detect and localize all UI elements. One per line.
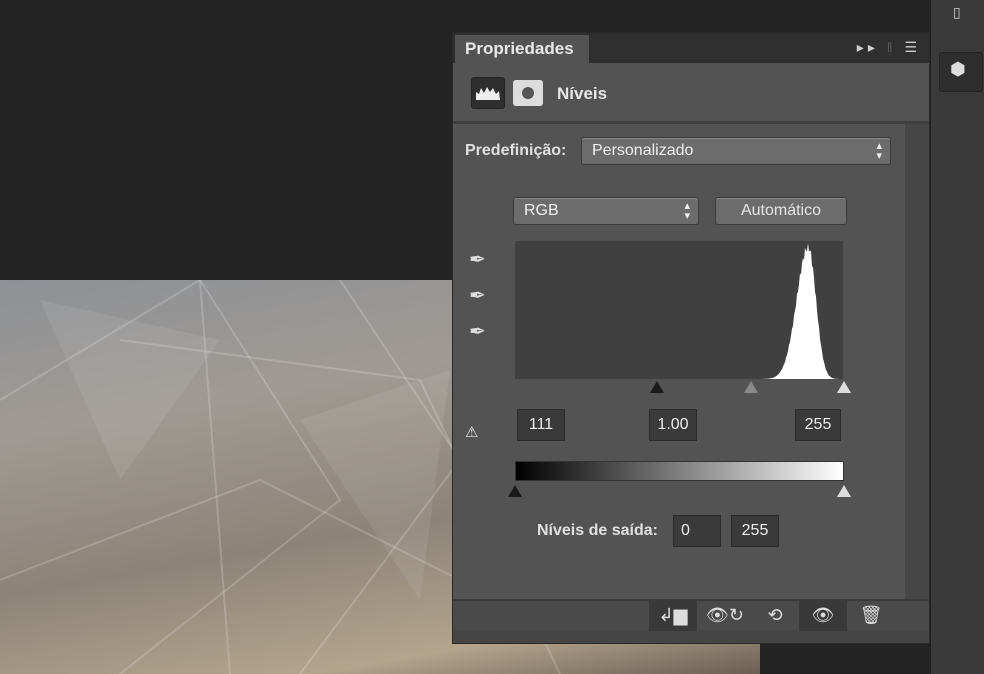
output-white-field[interactable]: 255: [731, 515, 779, 547]
input-white-field[interactable]: 255: [795, 409, 841, 441]
levels-adjustment-icon[interactable]: [471, 77, 505, 109]
channel-value: RGB: [524, 202, 559, 219]
histogram: [515, 241, 843, 379]
auto-button[interactable]: Automático: [715, 197, 847, 225]
properties-panel: Propriedades ▸▸ ‖ ☰ Níveis Predefinição:…: [452, 32, 930, 644]
3d-panel-button[interactable]: ⬢: [939, 52, 983, 92]
resize-grip[interactable]: [453, 631, 929, 643]
input-black-slider[interactable]: [650, 381, 664, 393]
panel-menu-icon[interactable]: ☰: [904, 39, 921, 55]
output-black-field[interactable]: 0: [673, 515, 721, 547]
input-gamma-slider[interactable]: [744, 381, 758, 393]
cube-icon: ⬢: [950, 59, 966, 79]
channel-select[interactable]: RGB ▴ ▾: [513, 197, 699, 225]
view-previous-state-button[interactable]: 👁↻: [699, 601, 751, 631]
reset-button[interactable]: ⟲: [751, 601, 799, 631]
white-eyedropper-icon[interactable]: ✒: [469, 319, 486, 344]
output-levels-label: Níveis de saída:: [537, 522, 658, 539]
output-gradient: [515, 461, 844, 481]
tab-properties[interactable]: Propriedades: [455, 35, 589, 63]
gray-eyedropper-icon[interactable]: ✒: [469, 283, 486, 308]
preset-select[interactable]: Personalizado ▴ ▾: [581, 137, 891, 165]
preset-value: Personalizado: [592, 142, 694, 159]
panel-icon[interactable]: ▯: [953, 4, 961, 21]
clip-to-layer-button[interactable]: ↲▆: [649, 601, 697, 631]
mask-icon[interactable]: [513, 80, 543, 106]
collapse-icon[interactable]: ▸▸: [857, 39, 879, 55]
scrollbar[interactable]: [905, 124, 929, 600]
histogram-shape: [515, 243, 843, 379]
output-white-slider[interactable]: [837, 485, 851, 497]
delete-button[interactable]: 🗑: [847, 601, 895, 631]
input-black-field[interactable]: 111: [517, 409, 565, 441]
preset-label: Predefinição:: [465, 142, 567, 159]
adjustment-title: Níveis: [557, 84, 608, 103]
right-dock: ▯ ⬢: [930, 0, 984, 674]
output-black-slider[interactable]: [508, 485, 522, 497]
black-eyedropper-icon[interactable]: ✒: [469, 247, 486, 272]
toggle-visibility-button[interactable]: 👁: [799, 601, 847, 631]
input-gamma-field[interactable]: 1.00: [649, 409, 697, 441]
clipping-warning-icon[interactable]: ⚠: [465, 423, 478, 441]
input-white-slider[interactable]: [837, 381, 851, 393]
